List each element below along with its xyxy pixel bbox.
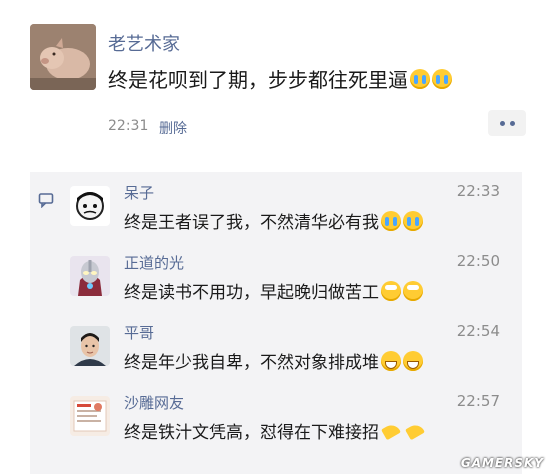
comment-text: 终是读书不用功，早起晚归做苦工 — [124, 278, 423, 303]
comment-timestamp: 22:33 — [456, 182, 500, 200]
comment-item: 平哥 22:54 终是年少我自卑，不然对象排成堆 — [30, 316, 522, 386]
comment-item: 沙雕网友 22:57 终是铁汁文凭高，怼得在下难接招 — [30, 386, 522, 456]
commenter-name[interactable]: 沙雕网友 — [124, 392, 184, 413]
commenter-name[interactable]: 呆子 — [124, 182, 154, 203]
comment-text-content: 终是读书不用功，早起晚归做苦工 — [124, 283, 379, 303]
commenter-name[interactable]: 平哥 — [124, 322, 154, 343]
comments-section: 呆子 22:33 终是王者误了我，不然清华必有我 正道的光 22:50 终是读书… — [30, 172, 522, 474]
meme-image-avatar-icon — [70, 396, 110, 436]
comment-text-content: 终是铁汁文凭高，怼得在下难接招 — [124, 423, 379, 443]
post-text-content: 终是花呗到了期，步步都往死里逼 — [108, 68, 408, 92]
laugh-cry-emoji-icon — [403, 210, 423, 231]
laugh-cry-emoji-icon — [381, 210, 401, 231]
commenter-name[interactable]: 正道的光 — [124, 252, 184, 273]
comment-timestamp: 22:50 — [456, 252, 500, 270]
comment-text: 终是年少我自卑，不然对象排成堆 — [124, 348, 423, 373]
eye-roll-emoji-icon — [381, 280, 401, 301]
comment-timestamp: 22:54 — [456, 322, 500, 340]
moments-post: 老艺术家 终是花呗到了期，步步都往死里逼 22:31 删除 — [0, 0, 550, 166]
post-author-name[interactable]: 老艺术家 — [108, 30, 180, 56]
watermark: GAMERSKY — [460, 456, 544, 470]
author-avatar[interactable] — [30, 24, 96, 90]
post-text: 终是花呗到了期，步步都往死里逼 — [108, 64, 452, 93]
comment-text-content: 终是年少我自卑，不然对象排成堆 — [124, 353, 379, 373]
comment-item: 正道的光 22:50 终是读书不用功，早起晚归做苦工 — [30, 246, 522, 316]
cry-face-emoji-icon — [410, 68, 430, 89]
post-timestamp: 22:31 — [108, 118, 149, 134]
clap-hands-emoji-icon — [405, 421, 427, 441]
grin-emoji-icon — [381, 350, 401, 371]
ultraman-avatar-icon — [70, 256, 110, 296]
cry-face-emoji-icon — [432, 68, 452, 89]
commenter-avatar[interactable] — [70, 186, 110, 226]
eye-roll-emoji-icon — [403, 280, 423, 301]
cartoon-face-avatar-icon — [70, 186, 110, 226]
person-photo-avatar-icon — [70, 326, 110, 366]
more-options-button[interactable] — [488, 110, 526, 136]
commenter-avatar[interactable] — [70, 256, 110, 296]
delete-post-link[interactable]: 删除 — [159, 118, 187, 138]
clap-hands-emoji-icon — [381, 421, 403, 441]
grin-emoji-icon — [403, 350, 423, 371]
pig-photo-icon — [30, 24, 96, 90]
more-dot-icon — [499, 120, 505, 126]
commenter-avatar[interactable] — [70, 396, 110, 436]
comment-timestamp: 22:57 — [456, 392, 500, 410]
comment-text-content: 终是王者误了我，不然清华必有我 — [124, 213, 379, 233]
more-dot-icon — [509, 120, 515, 126]
comment-text: 终是王者误了我，不然清华必有我 — [124, 208, 423, 233]
comment-item: 呆子 22:33 终是王者误了我，不然清华必有我 — [30, 176, 522, 246]
commenter-avatar[interactable] — [70, 326, 110, 366]
comment-text: 终是铁汁文凭高，怼得在下难接招 — [124, 418, 427, 443]
